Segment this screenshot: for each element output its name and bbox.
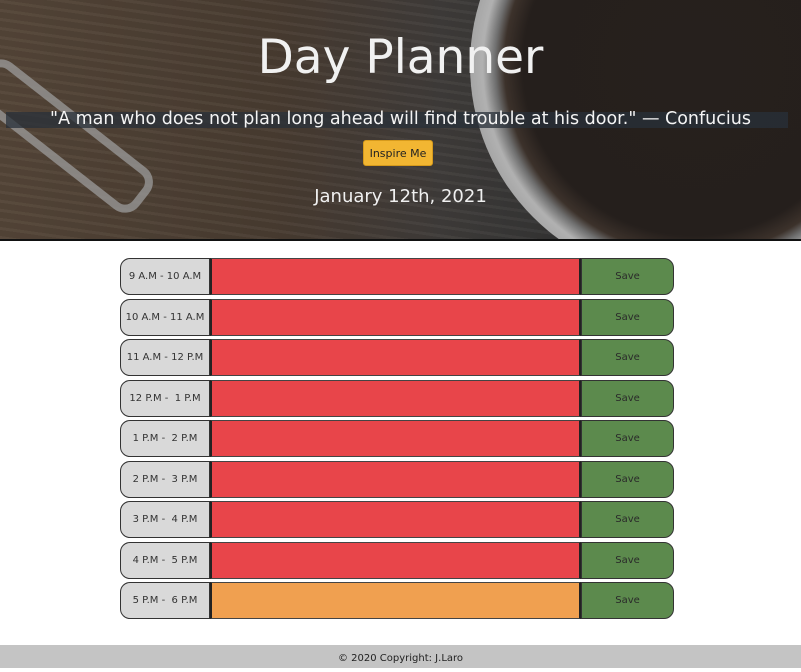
save-button[interactable]: Save <box>581 582 674 619</box>
event-description-input[interactable] <box>210 501 581 538</box>
save-button[interactable]: Save <box>581 460 674 498</box>
save-button[interactable]: Save <box>581 541 674 579</box>
save-button[interactable]: Save <box>581 379 674 417</box>
hour-label: 2 P.M - 3 P.M <box>120 460 210 498</box>
hour-label: 10 A.M - 11 A.M <box>120 298 210 336</box>
footer: © 2020 Copyright: J.Laro <box>0 645 801 668</box>
hour-label: 12 P.M - 1 P.M <box>120 379 210 417</box>
time-block-row: 11 A.M - 12 P.M Save <box>120 339 674 377</box>
time-block-row: 5 P.M - 6 P.M Save <box>120 582 674 620</box>
event-description-input[interactable] <box>210 298 581 336</box>
time-block-row: 4 P.M - 5 P.M Save <box>120 541 674 580</box>
event-description-input[interactable] <box>210 258 581 295</box>
hour-label: 1 P.M - 2 P.M <box>120 420 210 457</box>
event-description-input[interactable] <box>210 379 581 417</box>
save-button[interactable]: Save <box>581 501 674 538</box>
inspire-me-button[interactable]: Inspire Me <box>363 140 433 166</box>
page-title: Day Planner <box>257 30 544 85</box>
event-description-input[interactable] <box>210 582 581 619</box>
time-block-row: 12 P.M - 1 P.M Save <box>120 379 674 418</box>
hour-label: 4 P.M - 5 P.M <box>120 541 210 579</box>
hero-banner: Day Planner "A man who does not plan lon… <box>0 0 801 241</box>
time-block-row: 1 P.M - 2 P.M Save <box>120 420 674 458</box>
time-block-list: 9 A.M - 10 A.M Save 10 A.M - 11 A.M Save… <box>120 258 674 623</box>
hour-label: 5 P.M - 6 P.M <box>120 582 210 619</box>
save-button[interactable]: Save <box>581 298 674 336</box>
event-description-input[interactable] <box>210 420 581 457</box>
hour-label: 3 P.M - 4 P.M <box>120 501 210 538</box>
hour-label: 11 A.M - 12 P.M <box>120 339 210 376</box>
save-button[interactable]: Save <box>581 258 674 295</box>
time-block-row: 3 P.M - 4 P.M Save <box>120 501 674 539</box>
hour-label: 9 A.M - 10 A.M <box>120 258 210 295</box>
quote-text: "A man who does not plan long ahead will… <box>50 109 751 129</box>
event-description-input[interactable] <box>210 460 581 498</box>
event-description-input[interactable] <box>210 339 581 376</box>
time-block-row: 9 A.M - 10 A.M Save <box>120 258 674 296</box>
save-button[interactable]: Save <box>581 339 674 376</box>
copyright-text: © 2020 Copyright: J.Laro <box>337 653 464 664</box>
event-description-input[interactable] <box>210 541 581 579</box>
current-date: January 12th, 2021 <box>314 186 487 207</box>
time-block-row: 2 P.M - 3 P.M Save <box>120 460 674 499</box>
time-block-row: 10 A.M - 11 A.M Save <box>120 298 674 337</box>
save-button[interactable]: Save <box>581 420 674 457</box>
